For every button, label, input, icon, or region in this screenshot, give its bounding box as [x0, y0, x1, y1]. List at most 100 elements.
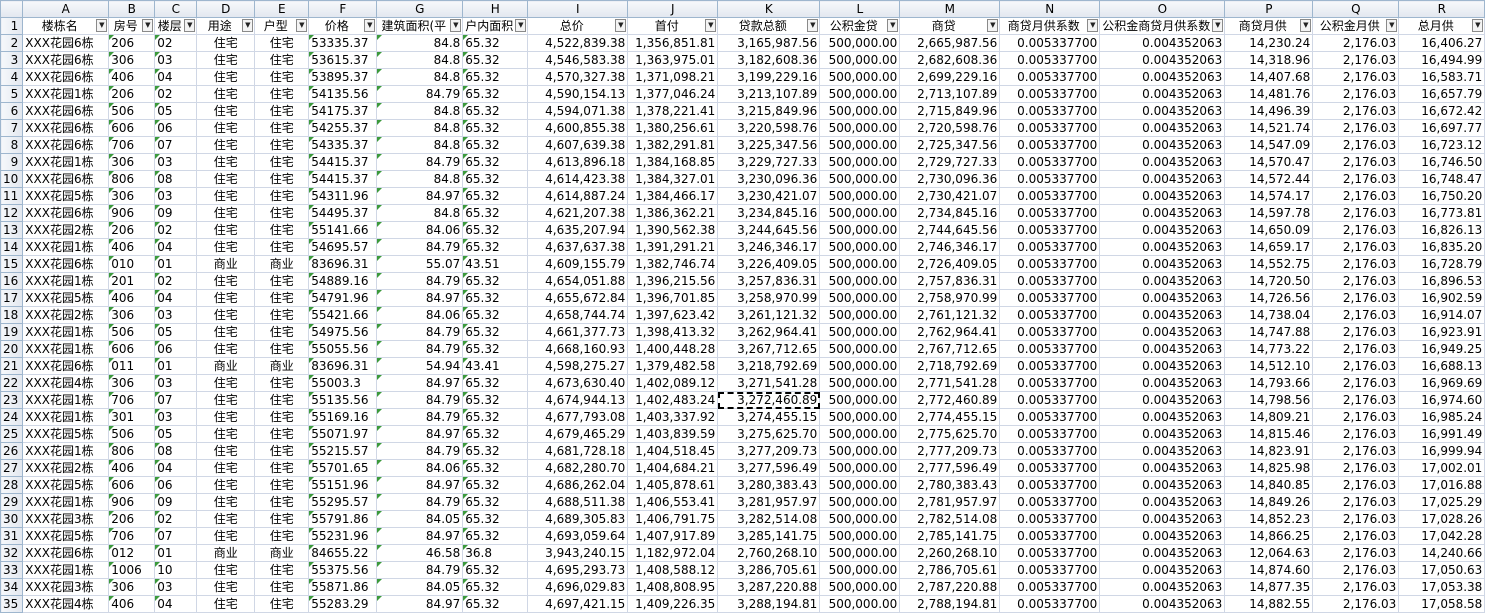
cell[interactable]: 2,176.03 [1312, 510, 1400, 528]
cell[interactable]: 2,176.03 [1312, 238, 1400, 256]
cell[interactable]: 0.004352063 [1099, 204, 1226, 222]
column-header-f[interactable]: F [308, 0, 378, 18]
row-header[interactable]: 12 [0, 204, 24, 222]
cell[interactable]: 14,720.50 [1224, 272, 1314, 290]
cell[interactable]: 84.97 [376, 527, 464, 545]
cell[interactable]: 0.005337700 [999, 544, 1101, 562]
cell[interactable]: 0.005337700 [999, 323, 1101, 341]
cell[interactable]: 住宅 [254, 238, 310, 256]
cell[interactable]: 206 [108, 34, 156, 52]
cell[interactable]: 54415.37 [308, 170, 378, 188]
cell[interactable]: 03 [154, 408, 198, 426]
cell[interactable]: 2,176.03 [1312, 187, 1400, 205]
cell[interactable]: 84.79 [376, 391, 464, 409]
filter-dropdown-icon[interactable]: ▼ [142, 19, 154, 32]
row-header[interactable]: 17 [0, 289, 24, 307]
row-header[interactable]: 11 [0, 187, 24, 205]
cell[interactable]: 606 [108, 476, 156, 494]
row-header[interactable]: 2 [0, 34, 24, 52]
header-cell[interactable]: 公积金商贷月供系数 ▼ [1099, 17, 1226, 35]
cell[interactable]: 02 [154, 85, 198, 103]
cell[interactable]: 2,176.03 [1312, 493, 1400, 511]
cell[interactable]: 84.05 [376, 578, 464, 596]
cell[interactable]: 3,286,705.61 [717, 561, 821, 579]
cell[interactable]: 3,275,625.70 [717, 425, 821, 443]
cell[interactable]: 500,000.00 [819, 68, 901, 86]
cell[interactable]: 0.005337700 [999, 595, 1101, 613]
cell[interactable]: 住宅 [254, 136, 310, 154]
cell[interactable]: 2,720,598.76 [899, 119, 1001, 137]
row-header[interactable]: 29 [0, 493, 24, 511]
cell[interactable]: 0.005337700 [999, 510, 1101, 528]
cell[interactable]: 16,583.71 [1398, 68, 1486, 86]
cell[interactable]: 84.06 [376, 459, 464, 477]
row-header[interactable]: 13 [0, 221, 24, 239]
cell[interactable]: 0.005337700 [999, 527, 1101, 545]
cell[interactable]: 0.004352063 [1099, 578, 1226, 596]
cell[interactable]: 住宅 [196, 289, 256, 307]
cell[interactable]: 0.004352063 [1099, 493, 1226, 511]
cell[interactable]: 0.005337700 [999, 391, 1101, 409]
cell[interactable]: 55375.56 [308, 561, 378, 579]
header-cell[interactable]: 价格 ▼ [308, 17, 378, 35]
cell[interactable]: 住宅 [254, 323, 310, 341]
cell[interactable]: 84.97 [376, 289, 464, 307]
cell[interactable]: 65.32 [462, 51, 529, 69]
cell[interactable]: 住宅 [196, 493, 256, 511]
cell[interactable]: 0.004352063 [1099, 136, 1226, 154]
cell[interactable]: 03 [154, 374, 198, 392]
cell[interactable]: 65.32 [462, 221, 529, 239]
cell[interactable]: 14,823.91 [1224, 442, 1314, 460]
cell[interactable]: 55421.66 [308, 306, 378, 324]
cell[interactable]: 4,590,154.13 [527, 85, 629, 103]
cell[interactable]: 4,681,728.18 [527, 442, 629, 460]
cell[interactable]: 54415.37 [308, 153, 378, 171]
cell[interactable]: 住宅 [254, 374, 310, 392]
select-all-corner[interactable] [0, 0, 24, 18]
cell[interactable]: 02 [154, 34, 198, 52]
cell[interactable]: 04 [154, 238, 198, 256]
cell[interactable]: 0.004352063 [1099, 272, 1226, 290]
cell[interactable]: 04 [154, 68, 198, 86]
cell[interactable]: 4,607,639.38 [527, 136, 629, 154]
cell[interactable]: 14,798.56 [1224, 391, 1314, 409]
cell[interactable]: 84.79 [376, 493, 464, 511]
cell[interactable]: 65.32 [462, 136, 529, 154]
cell[interactable]: 14,882.55 [1224, 595, 1314, 613]
cell[interactable]: 55231.96 [308, 527, 378, 545]
cell[interactable]: 住宅 [196, 204, 256, 222]
cell[interactable]: 0.004352063 [1099, 374, 1226, 392]
cell[interactable]: 03 [154, 51, 198, 69]
cell[interactable]: 14,597.78 [1224, 204, 1314, 222]
cell[interactable]: 16,949.25 [1398, 340, 1486, 358]
cell[interactable]: 09 [154, 204, 198, 222]
column-header-j[interactable]: J [627, 0, 719, 18]
cell[interactable]: XXX花园6栋 [22, 136, 110, 154]
column-header-b[interactable]: B [108, 0, 156, 18]
cell[interactable]: 住宅 [254, 340, 310, 358]
cell[interactable]: 04 [154, 595, 198, 613]
cell[interactable]: XXX花园1栋 [22, 408, 110, 426]
cell[interactable]: 1,402,483.24 [627, 391, 719, 409]
filter-dropdown-icon[interactable]: ▼ [987, 19, 999, 32]
cell[interactable]: 16,728.79 [1398, 255, 1486, 273]
cell[interactable]: 16,985.24 [1398, 408, 1486, 426]
filter-dropdown-icon[interactable]: ▼ [705, 19, 717, 32]
cell[interactable]: 2,715,849.96 [899, 102, 1001, 120]
cell[interactable]: 65.32 [462, 153, 529, 171]
cell[interactable]: 1,404,684.21 [627, 459, 719, 477]
cell[interactable]: 0.005337700 [999, 425, 1101, 443]
cell[interactable]: XXX花园1栋 [22, 153, 110, 171]
cell[interactable]: 54791.96 [308, 289, 378, 307]
cell[interactable]: 65.32 [462, 476, 529, 494]
cell[interactable]: 1,409,226.35 [627, 595, 719, 613]
cell[interactable]: 500,000.00 [819, 187, 901, 205]
cell[interactable]: 500,000.00 [819, 527, 901, 545]
cell[interactable]: 500,000.00 [819, 544, 901, 562]
cell[interactable]: 500,000.00 [819, 391, 901, 409]
cell[interactable]: 16,657.79 [1398, 85, 1486, 103]
cell[interactable]: 1,396,215.56 [627, 272, 719, 290]
cell[interactable]: 2,780,383.43 [899, 476, 1001, 494]
cell[interactable]: 住宅 [196, 527, 256, 545]
header-cell[interactable]: 房号 ▼ [108, 17, 156, 35]
